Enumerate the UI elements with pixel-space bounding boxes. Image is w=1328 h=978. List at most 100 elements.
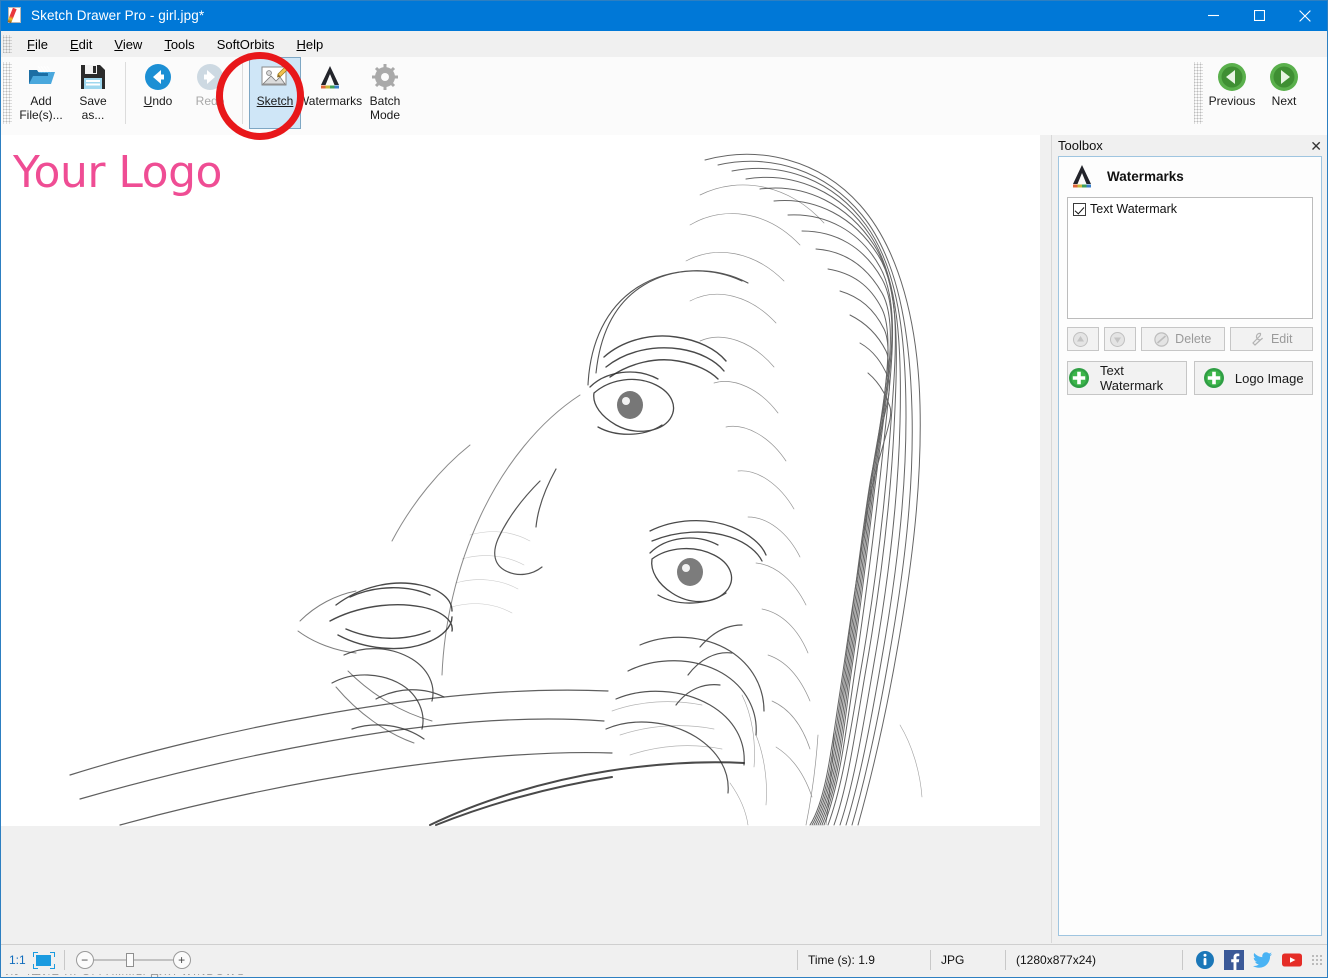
zoom-in-button[interactable]: + xyxy=(173,951,191,969)
move-up-icon xyxy=(1073,332,1088,347)
undo-icon xyxy=(144,62,172,92)
add-logo-image-label: Logo Image xyxy=(1235,371,1304,386)
toolbox-section-title: Watermarks xyxy=(1107,169,1184,184)
add-logo-image-button[interactable]: Logo Image xyxy=(1194,361,1314,395)
add-text-watermark-label: Text Watermark xyxy=(1100,363,1186,393)
menu-item-file[interactable]: FFileile xyxy=(16,35,59,54)
save-as-label: Save as... xyxy=(79,94,106,122)
undo-label: Undo xyxy=(144,94,173,108)
zoom-level-label: 1:1 xyxy=(9,953,26,967)
youtube-icon[interactable] xyxy=(1282,950,1302,970)
add-watermark-row: Text Watermark Logo Image xyxy=(1067,361,1313,395)
toolbar-nav-group: Previous Next xyxy=(1191,57,1310,129)
zoom-out-button[interactable]: − xyxy=(76,951,94,969)
edit-label: Edit xyxy=(1271,332,1293,346)
add-files-label: Add File(s)... xyxy=(19,94,62,122)
close-icon[interactable] xyxy=(1282,0,1328,31)
watermark-a-icon xyxy=(317,62,343,92)
redo-button: Redo xyxy=(184,57,236,129)
bottom-overflow-text: ЛУЧШИЕ ПРОГРАММЫ ДЛЯ WINDOWS xyxy=(6,974,245,978)
save-icon xyxy=(80,62,106,92)
add-text-watermark-button[interactable]: Text Watermark xyxy=(1067,361,1187,395)
menu-item-tools[interactable]: Tools xyxy=(153,35,205,54)
info-icon[interactable] xyxy=(1195,950,1215,970)
toolbox-section-header: Watermarks xyxy=(1059,157,1321,195)
nav-grip-handle[interactable] xyxy=(1194,62,1203,124)
sketch-image xyxy=(0,135,1040,826)
window-controls xyxy=(1190,0,1328,31)
batch-mode-button[interactable]: Batch Mode xyxy=(359,57,411,129)
status-bar: 1:1 − + Time (s): 1.9 JPG (1280x877x24) xyxy=(0,944,1328,975)
image-work-area[interactable]: Your Logo xyxy=(0,135,1052,943)
menu-item-edit[interactable]: Edit xyxy=(59,35,103,54)
sketch-icon xyxy=(261,62,289,92)
plus-green-icon xyxy=(1068,367,1090,389)
processing-time-label: Time (s): 1.9 xyxy=(797,950,930,970)
move-down-button[interactable] xyxy=(1104,327,1136,351)
menu-item-view[interactable]: View xyxy=(103,35,153,54)
status-separator xyxy=(64,950,65,970)
watermark-item-label: Text Watermark xyxy=(1090,202,1177,216)
menu-item-softorbits[interactable]: SoftOrbits xyxy=(206,35,286,54)
move-down-icon xyxy=(1110,332,1125,347)
watermarks-label: Watermarks xyxy=(298,94,362,108)
toolbox-panel: Toolbox ✕ Watermarks xyxy=(1052,135,1328,943)
facebook-icon[interactable] xyxy=(1224,950,1244,970)
zoom-slider[interactable]: − + xyxy=(76,949,191,971)
batch-mode-label: Batch Mode xyxy=(370,94,401,122)
toolbar-grip-handle[interactable] xyxy=(3,62,12,124)
logo-watermark-text[interactable]: Your Logo xyxy=(13,147,222,198)
image-canvas[interactable]: Your Logo xyxy=(0,135,1040,826)
list-item[interactable]: Text Watermark xyxy=(1073,202,1307,216)
next-label: Next xyxy=(1272,94,1297,108)
add-files-icon xyxy=(26,62,56,92)
resize-grip[interactable] xyxy=(1311,954,1324,967)
previous-button[interactable]: Previous xyxy=(1206,57,1258,129)
edit-button[interactable]: Edit xyxy=(1230,327,1314,351)
toolbox-body: Watermarks Text Watermark xyxy=(1058,156,1322,936)
gear-icon xyxy=(371,62,399,92)
watermark-checkbox[interactable] xyxy=(1073,203,1086,216)
watermark-action-row: Delete Edit xyxy=(1067,327,1313,351)
delete-label: Delete xyxy=(1175,332,1211,346)
next-button[interactable]: Next xyxy=(1258,57,1310,129)
sketch-button[interactable]: Sketch xyxy=(249,57,301,129)
zoom-slider-track xyxy=(92,959,177,961)
image-dimensions-label: (1280x877x24) xyxy=(1005,950,1176,970)
toolbar-separator-2 xyxy=(242,62,243,124)
arrow-right-circle-icon xyxy=(1269,62,1299,92)
watermarks-button[interactable]: Watermarks xyxy=(301,57,359,129)
sketch-drawer-icon xyxy=(7,7,24,24)
twitter-icon[interactable] xyxy=(1253,950,1273,970)
redo-icon xyxy=(196,62,224,92)
menu-bar: FFileile Edit View Tools SoftOrbits Help xyxy=(0,31,1328,57)
menu-grip-handle[interactable] xyxy=(3,35,12,53)
sketch-label: Sketch xyxy=(257,94,294,108)
minimize-icon[interactable] xyxy=(1190,0,1236,31)
watermark-list[interactable]: Text Watermark xyxy=(1067,197,1313,319)
delete-icon xyxy=(1154,332,1169,347)
menu-item-help[interactable]: Help xyxy=(285,35,334,54)
window-title: Sketch Drawer Pro - girl.jpg* xyxy=(31,8,204,23)
toolbox-title: Toolbox xyxy=(1058,138,1103,153)
zoom-slider-thumb[interactable] xyxy=(126,953,134,967)
save-as-button[interactable]: Save as... xyxy=(67,57,119,129)
delete-button[interactable]: Delete xyxy=(1141,327,1225,351)
main-toolbar: Add File(s)... Save as... xyxy=(0,57,1328,136)
social-links xyxy=(1182,950,1302,970)
undo-button[interactable]: Undo xyxy=(132,57,184,129)
toolbar-separator-1 xyxy=(125,62,126,124)
fit-to-window-icon[interactable] xyxy=(33,952,55,969)
redo-label: Redo xyxy=(196,94,225,108)
arrow-left-circle-icon xyxy=(1217,62,1247,92)
file-format-label: JPG xyxy=(930,950,1005,970)
move-up-button[interactable] xyxy=(1067,327,1099,351)
maximize-icon[interactable] xyxy=(1236,0,1282,31)
plus-green-icon xyxy=(1203,367,1225,389)
toolbox-close-icon[interactable]: ✕ xyxy=(1310,139,1322,153)
wrench-icon xyxy=(1250,332,1265,347)
add-files-button[interactable]: Add File(s)... xyxy=(15,57,67,129)
bottom-overflow-strip: ЛУЧШИЕ ПРОГРАММЫ ДЛЯ WINDOWS xyxy=(0,974,1328,978)
title-bar: Sketch Drawer Pro - girl.jpg* xyxy=(0,0,1328,31)
toolbox-header: Toolbox ✕ xyxy=(1052,135,1328,156)
